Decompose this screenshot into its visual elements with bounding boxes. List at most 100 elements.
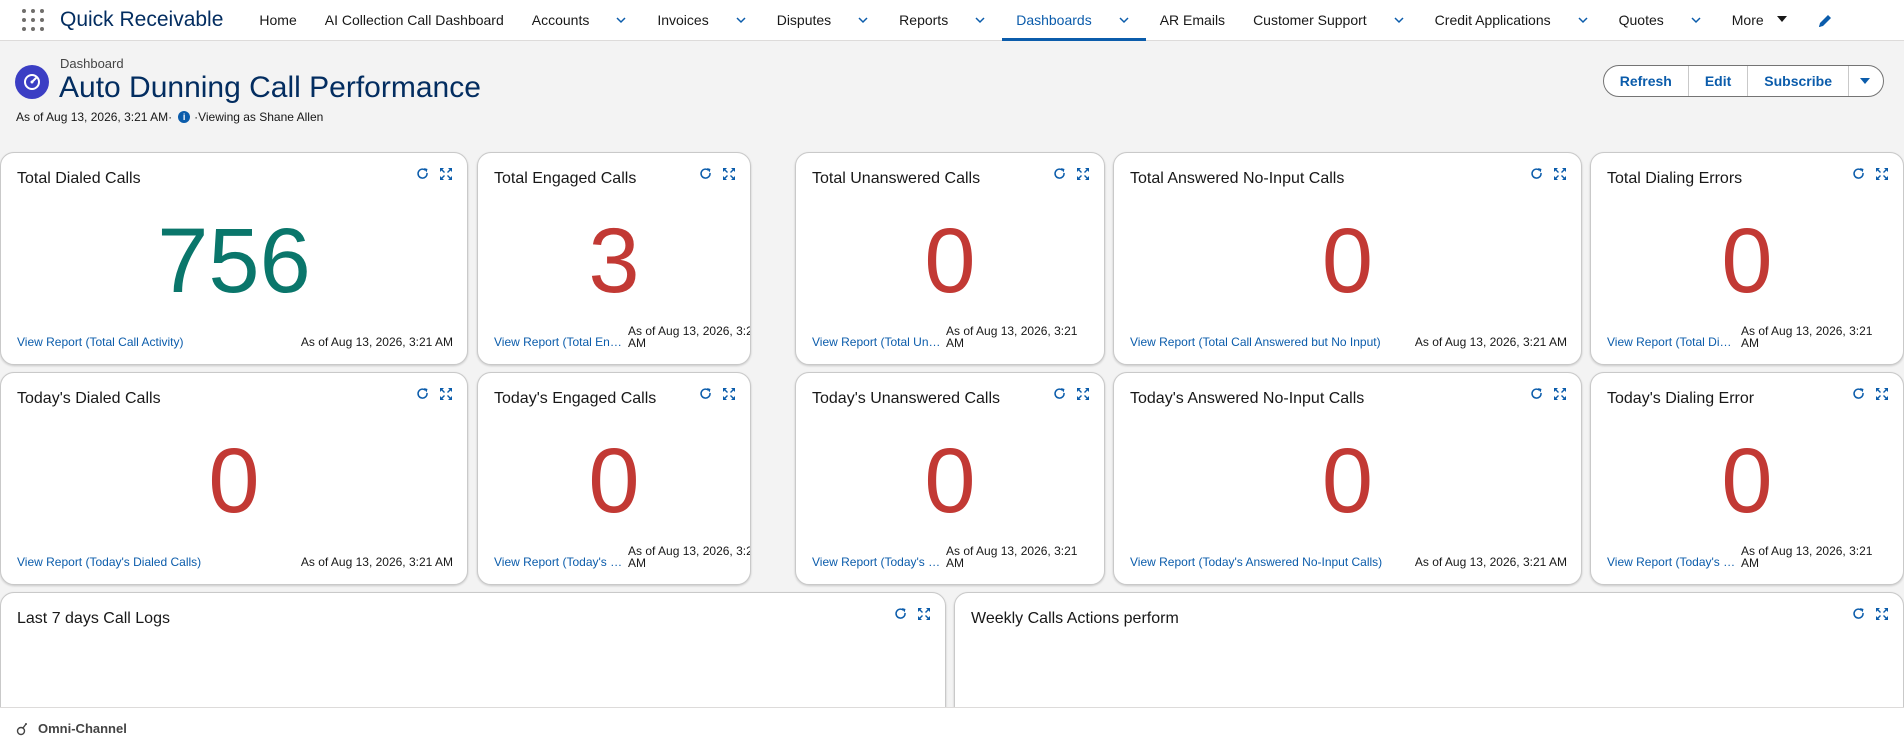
card-title: Today's Answered No-Input Calls: [1130, 390, 1365, 407]
card-title: Today's Dialed Calls: [17, 390, 161, 407]
card-title: Today's Engaged Calls: [494, 390, 657, 407]
refresh-icon[interactable]: [1053, 167, 1067, 181]
view-report-link[interactable]: View Report (Total Unanswered Calls): [812, 335, 942, 349]
expand-icon[interactable]: [722, 167, 736, 181]
edit-button[interactable]: Edit: [1689, 66, 1749, 96]
card-title: Total Dialed Calls: [17, 170, 141, 187]
view-report-link[interactable]: View Report (Today's Unanswered Calls): [812, 555, 942, 569]
expand-icon[interactable]: [1553, 167, 1567, 181]
expand-icon[interactable]: [1875, 167, 1889, 181]
metric-value[interactable]: 756: [1, 215, 467, 307]
chevron-down-icon[interactable]: [1116, 12, 1132, 28]
pencil-icon[interactable]: [1816, 12, 1834, 30]
metric-value[interactable]: 0: [1114, 435, 1581, 527]
nav-item-label: Credit Applications: [1434, 12, 1551, 28]
expand-icon[interactable]: [1076, 167, 1090, 181]
card-title: Today's Dialing Error: [1607, 390, 1755, 407]
subscribe-button[interactable]: Subscribe: [1748, 66, 1849, 96]
app-launcher-icon[interactable]: [22, 9, 44, 31]
refresh-icon[interactable]: [1852, 387, 1866, 401]
expand-icon[interactable]: [439, 167, 453, 181]
card-as-of: As of Aug 13, 2026, 3:21 AM: [1414, 555, 1567, 569]
view-report-link[interactable]: View Report (Total Dialing Errors): [1607, 335, 1737, 349]
view-report-link[interactable]: View Report (Today's Dialing Error): [1607, 555, 1737, 569]
nav-item-dashboards[interactable]: Dashboards: [1002, 0, 1146, 41]
refresh-button[interactable]: Refresh: [1604, 66, 1689, 96]
chevron-down-icon[interactable]: [1391, 12, 1407, 28]
view-report-link[interactable]: View Report (Today's Dialed Calls): [17, 555, 201, 569]
view-report-link[interactable]: View Report (Today's Engaged Calls): [494, 555, 624, 569]
refresh-icon[interactable]: [416, 167, 430, 181]
view-report-link[interactable]: View Report (Total Engaged Calls): [494, 335, 624, 349]
chevron-down-icon[interactable]: [613, 12, 629, 28]
nav-item-invoices[interactable]: Invoices: [657, 0, 762, 41]
refresh-icon[interactable]: [699, 167, 713, 181]
refresh-icon[interactable]: [1852, 607, 1866, 621]
nav-item-reports[interactable]: Reports: [899, 0, 1002, 41]
nav-item-disputes[interactable]: Disputes: [777, 0, 885, 41]
expand-icon[interactable]: [1875, 607, 1889, 621]
card-actions: [1530, 167, 1567, 181]
card-as-of: As of Aug 13, 2026, 3:21 AM: [300, 555, 453, 569]
refresh-icon[interactable]: [1852, 167, 1866, 181]
card-actions: [699, 167, 736, 181]
refresh-icon[interactable]: [1530, 387, 1544, 401]
chevron-down-icon[interactable]: [1575, 12, 1591, 28]
metric-card: Today's Answered No-Input Calls 0 View Rep…: [1113, 372, 1582, 585]
chevron-down-icon[interactable]: [855, 12, 871, 28]
nav-item-quotes[interactable]: Quotes: [1619, 0, 1718, 41]
metric-value[interactable]: 0: [796, 215, 1104, 307]
chevron-down-icon[interactable]: [733, 12, 749, 28]
nav-item-label: Accounts: [531, 12, 590, 28]
page-title: Auto Dunning Call Performance: [59, 71, 481, 104]
nav-item-ar-emails[interactable]: AR Emails: [1160, 0, 1239, 41]
expand-icon[interactable]: [917, 607, 931, 621]
refresh-icon[interactable]: [1053, 387, 1067, 401]
expand-icon[interactable]: [722, 387, 736, 401]
nav-item-accounts[interactable]: Accounts: [532, 0, 644, 41]
metric-value[interactable]: 3: [478, 215, 750, 307]
expand-icon[interactable]: [1076, 387, 1090, 401]
metric-value[interactable]: 0: [1, 435, 467, 527]
metric-card: Today's Dialing Error 0 View Report (Today…: [1590, 372, 1904, 585]
card-actions: [699, 387, 736, 401]
chevron-down-icon[interactable]: [1688, 12, 1704, 28]
nav-item-label: Home: [259, 12, 297, 28]
more-actions-button[interactable]: [1849, 66, 1883, 96]
global-nav: Quick Receivable Home AI Collection Call …: [0, 0, 1904, 41]
metric-value[interactable]: 0: [478, 435, 750, 527]
view-report-link[interactable]: View Report (Total Call Answered but No …: [1130, 335, 1381, 349]
card-actions: [1852, 167, 1889, 181]
expand-icon[interactable]: [1553, 387, 1567, 401]
view-report-link[interactable]: View Report (Today's Answered No-Input C…: [1130, 555, 1382, 569]
nav-item-credit-applications[interactable]: Credit Applications: [1435, 0, 1605, 41]
card-footer: View Report (Total Call Activity) As of A…: [17, 335, 453, 349]
card-footer: View Report (Total Engaged Calls) As of A…: [494, 325, 750, 349]
refresh-icon[interactable]: [699, 387, 713, 401]
nav-item-label: AI Collection Call Dashboard: [324, 12, 504, 28]
metric-value[interactable]: 0: [1591, 435, 1903, 527]
nav-more[interactable]: More: [1732, 0, 1802, 41]
refresh-icon[interactable]: [894, 607, 908, 621]
omni-channel-item[interactable]: Omni-Channel: [14, 721, 127, 736]
nav-item-home[interactable]: Home: [259, 0, 310, 41]
nav-items: Home AI Collection Call Dashboard Accounts…: [245, 0, 1717, 41]
chevron-down-icon[interactable]: [972, 12, 988, 28]
metric-value[interactable]: 0: [796, 435, 1104, 527]
expand-icon[interactable]: [439, 387, 453, 401]
info-icon[interactable]: i: [178, 111, 191, 123]
view-report-link[interactable]: View Report (Total Call Activity): [17, 335, 184, 349]
card-actions: [416, 387, 453, 401]
dashboard-header: Dashboard Auto Dunning Call Performance …: [0, 41, 1904, 141]
expand-icon[interactable]: [1875, 387, 1889, 401]
metric-value[interactable]: 0: [1114, 215, 1581, 307]
nav-item-ai-collection-call-dashboard[interactable]: AI Collection Call Dashboard: [325, 0, 518, 41]
omni-channel-icon: [16, 722, 27, 735]
metric-value[interactable]: 0: [1591, 215, 1903, 307]
card-footer: View Report (Total Dialing Errors) As of …: [1607, 325, 1889, 349]
refresh-icon[interactable]: [1530, 167, 1544, 181]
card-title: Total Engaged Calls: [494, 170, 637, 187]
omni-channel-label: Omni-Channel: [38, 721, 127, 736]
nav-item-customer-support[interactable]: Customer Support: [1253, 0, 1421, 41]
refresh-icon[interactable]: [416, 387, 430, 401]
